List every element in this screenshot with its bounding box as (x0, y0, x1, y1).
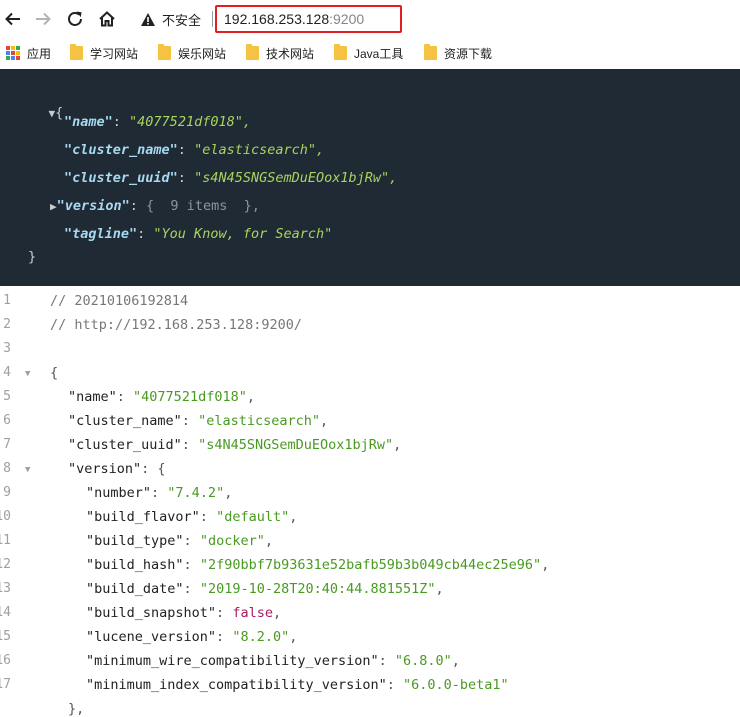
line-number: 10 (0, 509, 11, 524)
bookmarks-bar: 应用 学习网站 娱乐网站 技术网站 Java工具 资源下载 (0, 37, 740, 69)
bookmark-label: Java工具 (354, 46, 404, 61)
bookmark-label: 资源下载 (444, 46, 493, 61)
code-line: "build_snapshot": false, (86, 605, 282, 621)
line-number: 5 (3, 389, 11, 404)
bookmark-folder[interactable]: 娱乐网站 (158, 43, 226, 63)
line-number: 11 (0, 533, 11, 548)
expand-triangle-icon[interactable]: ▶ (50, 200, 57, 213)
address-bar[interactable]: 192.168.253.128:9200 (215, 5, 402, 33)
folder-icon (246, 44, 259, 60)
site-security-indicator[interactable]: 不安全 (140, 8, 201, 30)
code-line: "cluster_uuid": "s4N45SNGSemDuEOox1bjRw"… (68, 437, 402, 453)
reload-button[interactable] (64, 8, 86, 30)
viewer-row: "name": "4077521df018", (64, 114, 251, 130)
code-line: "lucene_version": "8.2.0", (86, 629, 298, 645)
folder-icon (334, 44, 347, 60)
bookmark-label: 应用 (27, 46, 52, 61)
code-line: }, (68, 701, 85, 717)
code-line: "build_type": "docker", (86, 533, 273, 549)
line-number: 4 (3, 365, 11, 380)
viewer-close-line: } (28, 249, 36, 265)
bookmark-folder[interactable]: 资源下载 (424, 43, 492, 63)
viewer-key: "cluster_uuid" (64, 170, 178, 186)
line-number: 3 (3, 341, 11, 356)
apps-grid-icon (6, 46, 20, 60)
comment-timestamp: // 20210106192814 (50, 293, 189, 309)
code-line: "build_date": "2019-10-28T20:40:44.88155… (86, 581, 444, 597)
viewer-row: "tagline": "You Know, for Search" (64, 226, 333, 242)
viewer-key: "name" (64, 114, 113, 130)
viewer-close-brace: } (28, 249, 37, 265)
forward-button[interactable] (32, 8, 54, 30)
code-line: "version": { (68, 461, 166, 477)
code-line: // http://192.168.253.128:9200/ (50, 317, 302, 333)
line-number: 9 (3, 485, 11, 500)
fold-toggle-icon[interactable]: ▼ (25, 369, 30, 379)
line-number: 13 (0, 581, 11, 596)
line-number: 8 (3, 461, 11, 476)
viewer-key: "version" (56, 198, 130, 214)
viewer-value: "4077521df018", (129, 114, 251, 130)
home-button[interactable] (96, 8, 118, 30)
code-line: "build_hash": "2f90bbf7b93631e52bafb59b3… (86, 557, 550, 573)
json-viewer-panel: ▼{ "name": "4077521df018", "cluster_name… (0, 69, 740, 286)
arrow-right-icon (36, 12, 51, 26)
folder-icon (158, 44, 171, 60)
bookmark-apps[interactable]: 应用 (6, 43, 51, 63)
viewer-row-collapsed[interactable]: ▶"version": { 9 items }, (50, 198, 260, 214)
line-number: 7 (3, 437, 11, 452)
bookmark-folder[interactable]: 技术网站 (246, 43, 314, 63)
fold-toggle-icon[interactable]: ▼ (25, 465, 30, 475)
viewer-key: "cluster_name" (64, 142, 178, 158)
line-number: 2 (3, 317, 11, 332)
address-divider (212, 11, 213, 27)
reload-icon (68, 11, 82, 26)
url-port: :9200 (329, 11, 365, 27)
bookmark-label: 娱乐网站 (178, 46, 227, 61)
viewer-key: "tagline" (64, 226, 138, 242)
bookmark-label: 技术网站 (266, 46, 315, 61)
arrow-left-icon (5, 12, 20, 26)
code-line: // 20210106192814 (50, 293, 188, 309)
code-line: "build_flavor": "default", (86, 509, 298, 525)
collapsed-summary: { 9 items }, (146, 198, 260, 214)
browser-toolbar: 不安全 192.168.253.128:9200 (0, 0, 740, 37)
code-line: "number": "7.4.2", (86, 485, 233, 501)
viewer-open-brace: { (55, 105, 64, 121)
viewer-row: "cluster_name": "elasticsearch", (64, 142, 325, 158)
url-host: 192.168.253.128 (224, 11, 330, 27)
code-line: { (50, 365, 58, 381)
line-number: 12 (0, 557, 11, 572)
bookmark-folder[interactable]: Java工具 (334, 43, 403, 63)
viewer-root-line: ▼{ (16, 89, 64, 137)
viewer-value: "elasticsearch", (194, 142, 325, 158)
warning-triangle-icon (141, 12, 155, 26)
comment-url: // http://192.168.253.128:9200/ (50, 317, 302, 333)
folder-icon (70, 44, 83, 60)
raw-json-editor: 1 2 3 4 5 6 7 8 9 10 11 12 13 14 15 16 1… (0, 286, 740, 717)
line-number: 14 (0, 605, 11, 620)
code-line: "minimum_index_compatibility_version": "… (86, 677, 509, 693)
line-number: 6 (3, 413, 11, 428)
folder-icon (424, 44, 437, 60)
code-open-brace: { (50, 365, 59, 381)
back-button[interactable] (2, 8, 24, 30)
bookmark-label: 学习网站 (90, 46, 139, 61)
security-label: 不安全 (162, 12, 202, 28)
code-line: "minimum_wire_compatibility_version": "6… (86, 653, 460, 669)
line-number: 1 (3, 293, 11, 308)
line-number: 16 (0, 653, 11, 668)
bookmark-folder[interactable]: 学习网站 (70, 43, 138, 63)
viewer-value: "s4N45SNGSemDuEOox1bjRw", (194, 170, 398, 186)
line-number: 15 (0, 629, 11, 644)
line-number: 17 (0, 677, 11, 692)
viewer-row: "cluster_uuid": "s4N45SNGSemDuEOox1bjRw"… (64, 170, 398, 186)
code-line: "cluster_name": "elasticsearch", (68, 413, 329, 429)
home-icon (99, 11, 115, 27)
line-number-gutter: 1 2 3 4 5 6 7 8 9 10 11 12 13 14 15 16 1… (0, 286, 40, 717)
code-line: "name": "4077521df018", (68, 389, 255, 405)
viewer-value: "You Know, for Search" (153, 226, 333, 242)
